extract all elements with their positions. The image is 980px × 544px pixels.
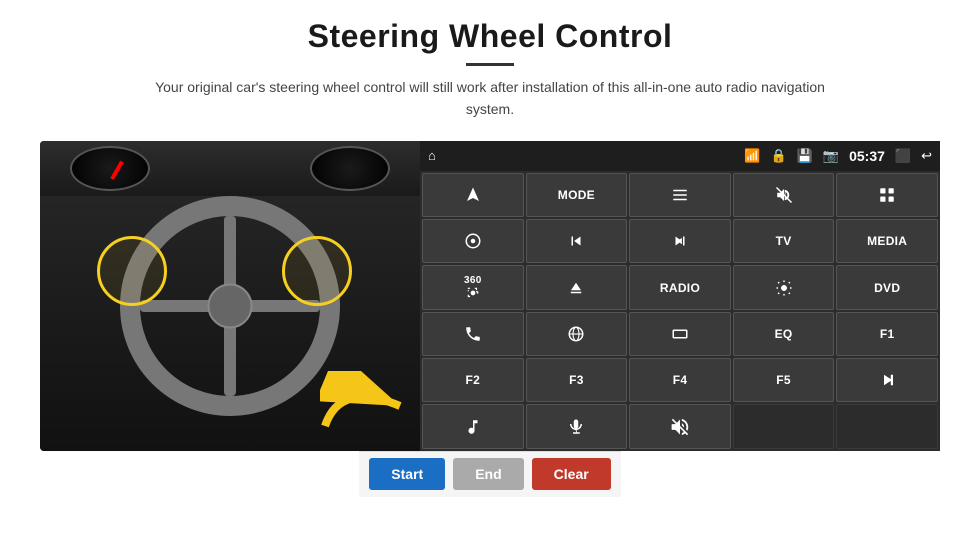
back-icon: ↩ <box>921 148 932 164</box>
btn-rectangle[interactable] <box>629 312 731 356</box>
btn-eq[interactable]: EQ <box>733 312 835 356</box>
status-icons: ⌂ <box>428 148 436 163</box>
clear-button[interactable]: Clear <box>532 458 611 490</box>
home-icon: ⌂ <box>428 148 436 163</box>
btn-f3[interactable]: F3 <box>526 358 628 402</box>
content-area: ⌂ 📶 🔒 💾 📷 05:37 ⬛ ↩ MODE <box>40 141 940 451</box>
btn-f5[interactable]: F5 <box>733 358 835 402</box>
btn-phone[interactable] <box>422 312 524 356</box>
btn-f1[interactable]: F1 <box>836 312 938 356</box>
btn-empty-2 <box>836 404 938 448</box>
sd-icon: 💾 <box>797 148 813 164</box>
start-button[interactable]: Start <box>369 458 445 490</box>
mirror-icon: ⬛ <box>895 148 911 164</box>
btn-prev[interactable] <box>526 219 628 263</box>
btn-speaker-phone[interactable] <box>629 404 731 448</box>
page-wrapper: Steering Wheel Control Your original car… <box>0 0 980 544</box>
btn-settings[interactable] <box>422 219 524 263</box>
time-display: 05:37 <box>849 148 885 164</box>
btn-list[interactable] <box>629 173 731 217</box>
steering-wheel-image <box>40 141 420 451</box>
lock-icon: 🔒 <box>771 148 787 164</box>
page-title: Steering Wheel Control <box>140 18 840 55</box>
title-section: Steering Wheel Control Your original car… <box>140 18 840 121</box>
btn-navigate[interactable] <box>422 173 524 217</box>
status-bar: ⌂ 📶 🔒 💾 📷 05:37 ⬛ ↩ <box>420 141 940 171</box>
btn-mute[interactable] <box>733 173 835 217</box>
arrow-indicator <box>320 371 410 441</box>
btn-brightness[interactable] <box>733 265 835 309</box>
bt-icon: 📷 <box>823 148 839 164</box>
btn-mic[interactable] <box>526 404 628 448</box>
title-divider <box>466 63 514 66</box>
btn-360cam[interactable]: 360 <box>422 265 524 309</box>
btn-next[interactable] <box>629 219 731 263</box>
panel-button-grid: MODE TV <box>420 171 940 451</box>
btn-apps[interactable] <box>836 173 938 217</box>
control-panel: ⌂ 📶 🔒 💾 📷 05:37 ⬛ ↩ MODE <box>420 141 940 451</box>
end-button[interactable]: End <box>453 458 523 490</box>
btn-globe[interactable] <box>526 312 628 356</box>
btn-music[interactable] <box>422 404 524 448</box>
btn-dvd[interactable]: DVD <box>836 265 938 309</box>
btn-mode[interactable]: MODE <box>526 173 628 217</box>
btn-eject[interactable] <box>526 265 628 309</box>
bottom-bar: Start End Clear <box>359 451 620 497</box>
btn-f2[interactable]: F2 <box>422 358 524 402</box>
btn-media[interactable]: MEDIA <box>836 219 938 263</box>
btn-empty-1 <box>733 404 835 448</box>
wifi-icon: 📶 <box>744 148 760 164</box>
btn-play-pause[interactable] <box>836 358 938 402</box>
subtitle: Your original car's steering wheel contr… <box>140 76 840 121</box>
btn-tv[interactable]: TV <box>733 219 835 263</box>
btn-radio[interactable]: RADIO <box>629 265 731 309</box>
right-control-highlight <box>282 236 352 306</box>
status-right: 📶 🔒 💾 📷 05:37 ⬛ ↩ <box>744 148 932 164</box>
left-control-highlight <box>97 236 167 306</box>
btn-f4[interactable]: F4 <box>629 358 731 402</box>
